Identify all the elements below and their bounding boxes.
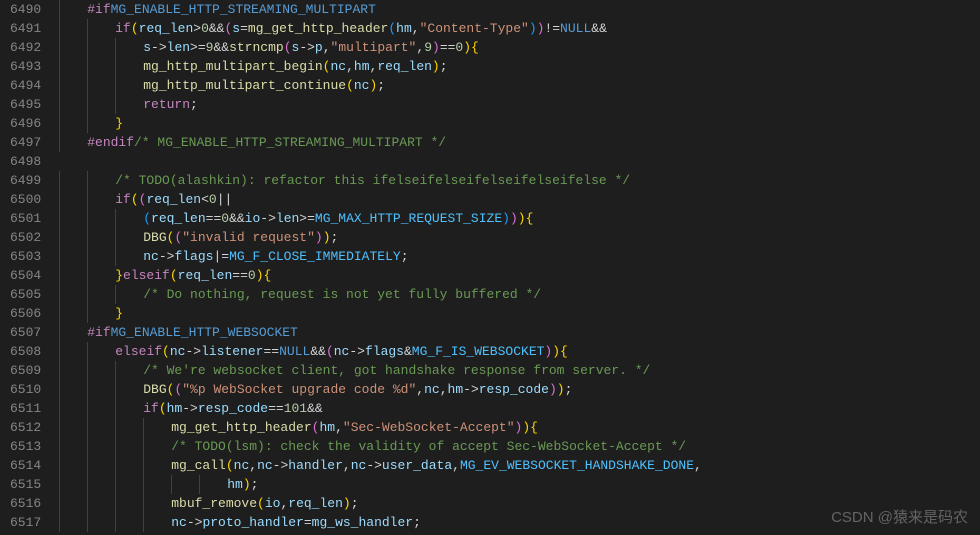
code-line[interactable]: /* TODO(alashkin): refactor this ifelsei…	[59, 171, 980, 190]
line-number: 6501	[10, 209, 41, 228]
line-number: 6500	[10, 190, 41, 209]
line-number: 6492	[10, 38, 41, 57]
code-line[interactable]: if (req_len > 0 && (s = mg_get_http_head…	[59, 19, 980, 38]
line-number: 6503	[10, 247, 41, 266]
line-number: 6490	[10, 0, 41, 19]
code-line[interactable]: /* Do nothing, request is not yet fully …	[59, 285, 980, 304]
code-line[interactable]: mg_http_multipart_begin(nc, hm, req_len)…	[59, 57, 980, 76]
line-number: 6517	[10, 513, 41, 532]
code-line[interactable]: mg_http_multipart_continue(nc);	[59, 76, 980, 95]
code-line[interactable]: /* We're websocket client, got handshake…	[59, 361, 980, 380]
code-line[interactable]: if (hm->resp_code == 101 &&	[59, 399, 980, 418]
line-number: 6509	[10, 361, 41, 380]
code-line[interactable]: /* TODO(lsm): check the validity of acce…	[59, 437, 980, 456]
line-number: 6504	[10, 266, 41, 285]
line-number: 6512	[10, 418, 41, 437]
code-line[interactable]: else if (nc->listener == NULL && (nc->fl…	[59, 342, 980, 361]
line-number: 6497	[10, 133, 41, 152]
code-line[interactable]: DBG(("invalid request"));	[59, 228, 980, 247]
line-number: 6495	[10, 95, 41, 114]
code-line[interactable]: #endif /* MG_ENABLE_HTTP_STREAMING_MULTI…	[59, 133, 980, 152]
code-line[interactable]: return;	[59, 95, 980, 114]
code-line[interactable]: if ((req_len < 0 ||	[59, 190, 980, 209]
line-number: 6516	[10, 494, 41, 513]
line-number: 6514	[10, 456, 41, 475]
line-number: 6515	[10, 475, 41, 494]
line-number: 6493	[10, 57, 41, 76]
code-editor[interactable]: 6490649164926493649464956496649764986499…	[0, 0, 980, 535]
line-number: 6496	[10, 114, 41, 133]
code-line[interactable]: DBG(("%p WebSocket upgrade code %d", nc,…	[59, 380, 980, 399]
code-line[interactable]: mbuf_remove(io, req_len);	[59, 494, 980, 513]
code-line[interactable]: hm);	[59, 475, 980, 494]
line-number: 6507	[10, 323, 41, 342]
code-line[interactable]: nc->proto_handler = mg_ws_handler;	[59, 513, 980, 532]
code-line[interactable]: }	[59, 304, 980, 323]
code-line[interactable]: mg_call(nc, nc->handler, nc->user_data, …	[59, 456, 980, 475]
line-number: 6505	[10, 285, 41, 304]
line-number: 6508	[10, 342, 41, 361]
code-line[interactable]: nc->flags |= MG_F_CLOSE_IMMEDIATELY;	[59, 247, 980, 266]
code-line[interactable]: }	[59, 114, 980, 133]
line-number: 6511	[10, 399, 41, 418]
code-area[interactable]: #if MG_ENABLE_HTTP_STREAMING_MULTIPARTif…	[59, 0, 980, 535]
line-number: 6513	[10, 437, 41, 456]
code-line[interactable]	[59, 152, 980, 171]
line-number: 6506	[10, 304, 41, 323]
line-number: 6494	[10, 76, 41, 95]
line-number: 6491	[10, 19, 41, 38]
line-number: 6510	[10, 380, 41, 399]
line-number: 6498	[10, 152, 41, 171]
code-line[interactable]: #if MG_ENABLE_HTTP_WEBSOCKET	[59, 323, 980, 342]
code-line[interactable]: (req_len == 0 && io->len >= MG_MAX_HTTP_…	[59, 209, 980, 228]
line-number: 6502	[10, 228, 41, 247]
code-line[interactable]: #if MG_ENABLE_HTTP_STREAMING_MULTIPART	[59, 0, 980, 19]
line-number: 6499	[10, 171, 41, 190]
code-line[interactable]: mg_get_http_header(hm, "Sec-WebSocket-Ac…	[59, 418, 980, 437]
code-line[interactable]: } else if (req_len == 0) {	[59, 266, 980, 285]
code-line[interactable]: s->len >= 9 && strncmp(s->p, "multipart"…	[59, 38, 980, 57]
line-number-gutter: 6490649164926493649464956496649764986499…	[0, 0, 59, 535]
